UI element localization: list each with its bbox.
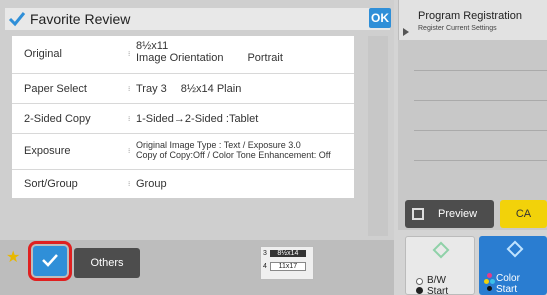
color-indicator-icon bbox=[487, 273, 492, 278]
row-marker-icon: ⁝ bbox=[128, 116, 131, 123]
start-diamond-icon bbox=[432, 241, 450, 259]
tray-paper-size: 11x17 bbox=[269, 262, 306, 271]
settings-row-paper-select[interactable]: Paper Select ⁝ Tray 3 8½x14 Plain bbox=[12, 74, 354, 104]
tray-number: 3 bbox=[263, 250, 267, 257]
program-registration-title: Program Registration bbox=[418, 10, 522, 22]
row-label: Sort/Group bbox=[24, 178, 78, 190]
settings-row-exposure[interactable]: Exposure ⁝ Original Image Type : Text / … bbox=[12, 134, 354, 170]
program-registration-subtitle: Register Current Settings bbox=[418, 25, 497, 32]
color-indicator-icon bbox=[484, 279, 489, 284]
others-button[interactable]: Others bbox=[74, 248, 140, 278]
value-line: 8½x11 bbox=[136, 40, 169, 52]
row-value: 1-Sided→2-Sided :Tablet bbox=[136, 113, 259, 125]
bw-start-label: B/W Start bbox=[427, 275, 448, 295]
value-part: Image Orientation bbox=[136, 52, 224, 64]
bw-start-label-line: Start bbox=[427, 286, 449, 295]
settings-row-2-sided-copy[interactable]: 2-Sided Copy ⁝ 1-Sided→2-Sided :Tablet bbox=[12, 104, 354, 134]
row-marker-icon: ⁝ bbox=[128, 181, 131, 188]
color-start-button[interactable]: Color Start bbox=[479, 236, 547, 295]
start-diamond-icon bbox=[506, 240, 524, 258]
favorite-review-panel: Favorite Review Original ⁝ 8½x11 Image O… bbox=[0, 0, 394, 240]
value-part: Tray 3 bbox=[136, 83, 167, 95]
star-icon: ★ bbox=[6, 249, 21, 266]
row-marker-icon: ⁝ bbox=[128, 148, 131, 155]
bw-start-button[interactable]: B/W Start bbox=[405, 236, 475, 295]
settings-list: Original ⁝ 8½x11 Image Orientation Portra… bbox=[12, 36, 354, 198]
row-value: Tray 3 8½x14 Plain bbox=[136, 83, 241, 95]
title-bar: Favorite Review bbox=[5, 8, 390, 30]
row-value: 8½x11 Image Orientation Portrait bbox=[136, 40, 283, 64]
preview-button[interactable]: Preview bbox=[405, 200, 494, 228]
row-value: Group bbox=[136, 178, 167, 190]
row-label: Original bbox=[24, 48, 62, 60]
settings-row-sort-group[interactable]: Sort/Group ⁝ Group bbox=[12, 170, 354, 198]
program-registration-panel: Program Registration Register Current Se… bbox=[398, 0, 547, 230]
settings-row-original[interactable]: Original ⁝ 8½x11 Image Orientation Portra… bbox=[12, 36, 354, 74]
page-title: Favorite Review bbox=[30, 11, 131, 27]
divider bbox=[414, 160, 547, 161]
row-label: 2-Sided Copy bbox=[24, 113, 91, 125]
color-indicator-icon bbox=[490, 279, 495, 284]
paper-tray-status[interactable]: 3 8½x14 4 11x17 bbox=[260, 246, 314, 280]
row-label: Exposure bbox=[24, 145, 71, 157]
color-start-label-line: Start bbox=[496, 284, 518, 295]
divider bbox=[414, 130, 547, 131]
value-part: 8½x14 Plain bbox=[180, 83, 242, 95]
value-line: Image Orientation Portrait bbox=[136, 52, 283, 64]
row-marker-icon: ⁝ bbox=[128, 86, 131, 93]
row-value: Original Image Type : Text / Exposure 3.… bbox=[136, 140, 331, 160]
expand-arrow-icon bbox=[403, 28, 409, 36]
color-indicator-icon bbox=[487, 286, 492, 291]
preview-icon bbox=[412, 208, 424, 220]
row-marker-icon: ⁝ bbox=[128, 51, 131, 58]
tray-row: 4 11x17 bbox=[263, 262, 306, 271]
program-registration-header[interactable]: Program Registration Register Current Se… bbox=[398, 0, 547, 40]
color-start-label-line: Color bbox=[496, 273, 520, 284]
tray-row: 3 8½x14 bbox=[263, 250, 306, 257]
value-line: Original Image Type : Text / Exposure 3.… bbox=[136, 140, 301, 150]
value-line: Copy of Copy:Off / Color Tone Enhancemen… bbox=[136, 150, 331, 160]
value-part: Portrait bbox=[247, 52, 283, 64]
clear-all-button[interactable]: CA bbox=[500, 200, 547, 228]
bw-indicator-icon bbox=[416, 278, 423, 285]
row-label: Paper Select bbox=[24, 83, 87, 95]
color-start-label: Color Start bbox=[496, 273, 520, 295]
tray-number: 4 bbox=[263, 263, 267, 270]
bw-indicator-icon bbox=[416, 287, 423, 294]
divider bbox=[414, 100, 547, 101]
scrollbar[interactable] bbox=[368, 36, 388, 236]
ok-button[interactable]: OK bbox=[369, 8, 391, 28]
tray-paper-size: 8½x14 bbox=[269, 250, 306, 257]
bw-start-label-line: B/W bbox=[427, 275, 446, 286]
preview-label: Preview bbox=[438, 208, 478, 220]
divider bbox=[414, 70, 547, 71]
highlight-ring bbox=[28, 241, 72, 281]
checkmark-icon bbox=[8, 12, 26, 27]
